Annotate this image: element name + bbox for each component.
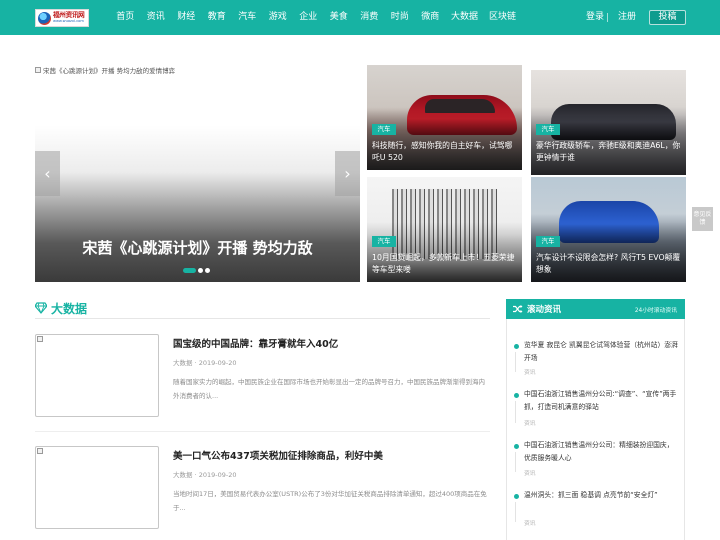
card-title[interactable]: 豪华行政级轿车，奔驰E级和奥迪A6L，你更钟情于谁: [536, 140, 682, 164]
broken-image-icon: [37, 336, 43, 342]
logo-text: 福州资讯网: [53, 11, 85, 20]
nav-auto[interactable]: 汽车: [232, 0, 263, 35]
bullet-icon: [514, 344, 519, 349]
site-logo[interactable]: 福州资讯网 www.wuazxl.com: [35, 9, 89, 27]
section-header: 大数据: [35, 300, 87, 316]
article-summary: 当地时间17日，美国贸易代表办公室(USTR)公布了3份对华加征关税商品排除清单…: [173, 490, 487, 512]
nav-blockchain[interactable]: 区块链: [484, 0, 522, 35]
article-item[interactable]: 国宝级的中国品牌：靠牙膏就年入40亿 大数据 · 2019-09-20 随着国家…: [35, 334, 490, 418]
article-title[interactable]: 美一口气公布437项关税加征排除商品，利好中美: [173, 448, 383, 462]
rolling-news-header: 滚动资讯 24小时滚动资讯: [506, 299, 685, 319]
bullet-icon: [514, 494, 519, 499]
article-meta: 大数据 · 2019-09-20: [173, 359, 237, 367]
slider-prev-button[interactable]: ‹: [35, 151, 60, 196]
article-summary: 随着国家实力的崛起，中国民族企业在国际市场也开始彰显出一定的品牌号召力，中国民族…: [173, 378, 485, 400]
card-tag[interactable]: 汽车: [372, 236, 396, 247]
article-item[interactable]: 美一口气公布437项关税加征排除商品，利好中美 大数据 · 2019-09-20…: [35, 446, 490, 530]
nav-wechat-business[interactable]: 微商: [415, 0, 446, 35]
broken-image-icon: [35, 67, 41, 73]
article-thumbnail[interactable]: [35, 446, 159, 529]
nav-home[interactable]: 首页: [110, 0, 141, 35]
shuffle-icon: [513, 305, 523, 313]
login-link[interactable]: 登录: [586, 0, 604, 35]
news-headline[interactable]: 览华夏 寂昆仑 凯翼昆仑试驾体验营（杭州站）澎湃开场: [524, 339, 679, 365]
globe-icon: [38, 11, 51, 25]
slider-caption[interactable]: 宋茜《心跳源计划》开播 势均力敌: [35, 237, 360, 258]
submit-article-button[interactable]: 投稿: [649, 10, 686, 25]
bullet-icon: [514, 444, 519, 449]
section-title[interactable]: 大数据: [51, 300, 87, 317]
news-headline[interactable]: 温州洞头：抓三面 稳基调 点亮节前“安全灯”: [524, 489, 679, 502]
nav-enterprise[interactable]: 企业: [293, 0, 324, 35]
news-headline[interactable]: 中国石油浙江销售温州分公司：精细装扮迎国庆，优质服务暖人心: [524, 439, 679, 465]
nav-games[interactable]: 游戏: [263, 0, 294, 35]
slider-pagination: [183, 267, 212, 273]
register-link[interactable]: 注册: [618, 0, 636, 35]
slider-overlay: [35, 125, 360, 282]
slider-next-button[interactable]: ›: [335, 151, 360, 196]
slider-image-alt: 宋茜《心跳源计划》开播 势均力敌的爱情博弈: [43, 67, 176, 75]
nav-bigdata[interactable]: 大数据: [446, 0, 484, 35]
main-nav: 首页 资讯 财经 教育 汽车 游戏 企业 美食 消费 时尚 微商 大数据 区块链: [110, 0, 522, 35]
card-tag[interactable]: 汽车: [372, 124, 396, 135]
card-title[interactable]: 10月国货崛起，多款新车上市！五菱荣捷等车型来喽: [372, 252, 518, 276]
slider-dot-1[interactable]: [183, 267, 196, 273]
divider: [35, 431, 490, 432]
nav-consumer[interactable]: 消费: [354, 0, 385, 35]
news-meta: 资讯: [524, 421, 536, 427]
top-nav-bar: 福州资讯网 www.wuazxl.com 首页 资讯 财经 教育 汽车 游戏 企…: [0, 0, 720, 35]
article-meta: 大数据 · 2019-09-20: [173, 471, 237, 479]
card-tag[interactable]: 汽车: [536, 236, 560, 247]
rolling-news-subtitle: 24小时滚动资讯: [634, 308, 677, 314]
divider: [607, 13, 608, 22]
news-headline[interactable]: 中国石油浙江销售温州分公司:“调查”、“宣传”两手抓，打造司机满意的驿站: [524, 388, 679, 414]
feature-card[interactable]: 汽车 科技随行，感知你我的自主好车，试驾哪吒U 520: [367, 65, 522, 170]
hero-slider[interactable]: 宋茜《心跳源计划》开播 势均力敌的爱情博弈 ‹ › 宋茜《心跳源计划》开播 势均…: [35, 65, 360, 282]
slider-dot-3[interactable]: [205, 267, 210, 273]
feedback-button[interactable]: 意见反馈: [692, 207, 713, 231]
nav-news[interactable]: 资讯: [141, 0, 172, 35]
slider-dot-2[interactable]: [198, 267, 203, 273]
card-title[interactable]: 科技随行，感知你我的自主好车，试驾哪吒U 520: [372, 140, 518, 164]
nav-education[interactable]: 教育: [202, 0, 233, 35]
feature-card[interactable]: 汽车 豪华行政级轿车，奔驰E级和奥迪A6L，你更钟情于谁: [531, 70, 686, 175]
article-thumbnail[interactable]: [35, 334, 159, 417]
divider: [35, 318, 490, 319]
nav-fashion[interactable]: 时尚: [385, 0, 416, 35]
article-title[interactable]: 国宝级的中国品牌：靠牙膏就年入40亿: [173, 336, 338, 350]
broken-image-icon: [37, 448, 43, 454]
logo-subtext: www.wuazxl.com: [53, 19, 84, 23]
nav-finance[interactable]: 财经: [171, 0, 202, 35]
nav-food[interactable]: 美食: [324, 0, 355, 35]
feature-card[interactable]: 汽车 10月国货崛起，多款新车上市！五菱荣捷等车型来喽: [367, 177, 522, 282]
slider-image[interactable]: 宋茜《心跳源计划》开播 势均力敌的爱情博弈: [35, 65, 175, 75]
diamond-icon: [35, 302, 47, 314]
chevron-right-icon: ›: [344, 164, 351, 183]
card-title[interactable]: 汽车设计不设限会怎样? 风行T5 EVO颠覆想象: [536, 252, 682, 276]
card-tag[interactable]: 汽车: [536, 124, 560, 135]
feature-card[interactable]: 汽车 汽车设计不设限会怎样? 风行T5 EVO颠覆想象: [531, 177, 686, 282]
rolling-news-title: 滚动资讯: [527, 305, 562, 315]
news-meta: 资讯: [524, 521, 536, 527]
bullet-icon: [514, 393, 519, 398]
chevron-left-icon: ‹: [44, 164, 51, 183]
rolling-news-list: 览华夏 寂昆仑 凯翼昆仑试驾体验营（杭州站）澎湃开场 资讯 中国石油浙江销售温州…: [506, 319, 685, 540]
news-meta: 资讯: [524, 370, 536, 376]
news-meta: 资讯: [524, 471, 536, 477]
